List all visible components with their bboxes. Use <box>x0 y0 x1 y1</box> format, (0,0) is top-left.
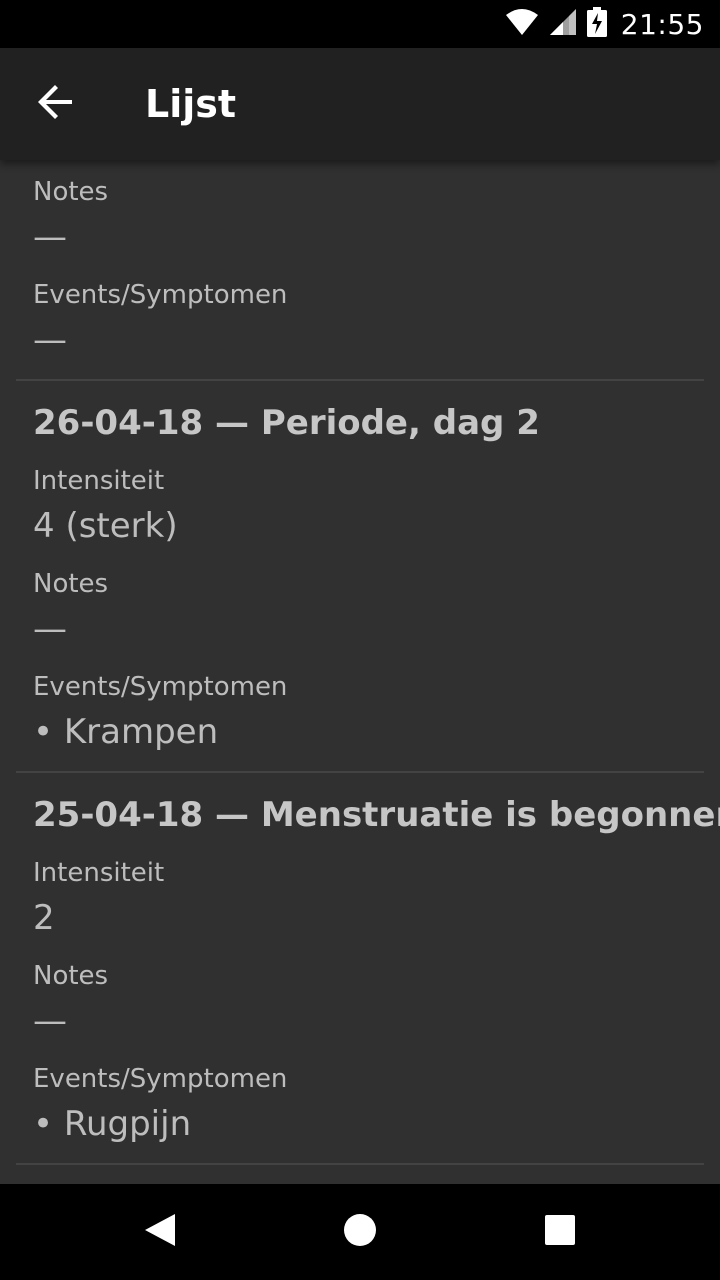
events-value: — <box>33 320 67 360</box>
notes-label: Notes <box>33 177 109 207</box>
divider <box>16 1163 704 1165</box>
wifi-icon <box>505 8 539 41</box>
events-label: Events/Symptomen <box>33 1064 288 1094</box>
entry-title: 26-04-18 — Periode, dag 2 <box>33 403 540 443</box>
entry-title: 25-04-18 — Menstruatie is begonnen <box>33 795 720 835</box>
intensity-value: 4 (sterk) <box>33 506 178 546</box>
intensity-label: Intensiteit <box>33 858 165 888</box>
home-circle-icon <box>343 1213 377 1252</box>
intensity-label: Intensiteit <box>33 466 165 496</box>
events-value: • Rugpijn <box>33 1104 192 1144</box>
status-icons: 21:55 <box>505 0 704 48</box>
notes-value: — <box>33 217 67 257</box>
divider <box>16 379 704 381</box>
nav-home-button[interactable] <box>312 1184 408 1280</box>
arrow-back-icon <box>38 84 74 125</box>
cell-signal-icon <box>549 8 577 41</box>
notes-label: Notes <box>33 961 109 991</box>
back-triangle-icon <box>143 1212 177 1253</box>
events-label: Events/Symptomen <box>33 672 288 702</box>
back-button[interactable] <box>24 72 88 136</box>
nav-recents-button[interactable] <box>512 1184 608 1280</box>
system-nav-bar <box>0 1184 720 1280</box>
page-title: Lijst <box>145 82 237 126</box>
nav-back-button[interactable] <box>112 1184 208 1280</box>
notes-value: — <box>33 1001 67 1041</box>
entry-list[interactable]: Notes — Events/Symptomen — 26-04-18 — Pe… <box>0 160 720 1184</box>
notes-value: — <box>33 609 67 649</box>
app-bar: Lijst <box>0 48 720 160</box>
battery-charging-icon <box>586 6 607 42</box>
events-label: Events/Symptomen <box>33 280 288 310</box>
notes-label: Notes <box>33 569 109 599</box>
recents-square-icon <box>545 1214 575 1250</box>
divider <box>16 771 704 773</box>
status-bar: 21:55 <box>0 0 720 48</box>
intensity-value: 2 <box>33 898 55 938</box>
status-time: 21:55 <box>620 7 704 41</box>
events-value: • Krampen <box>33 712 219 752</box>
